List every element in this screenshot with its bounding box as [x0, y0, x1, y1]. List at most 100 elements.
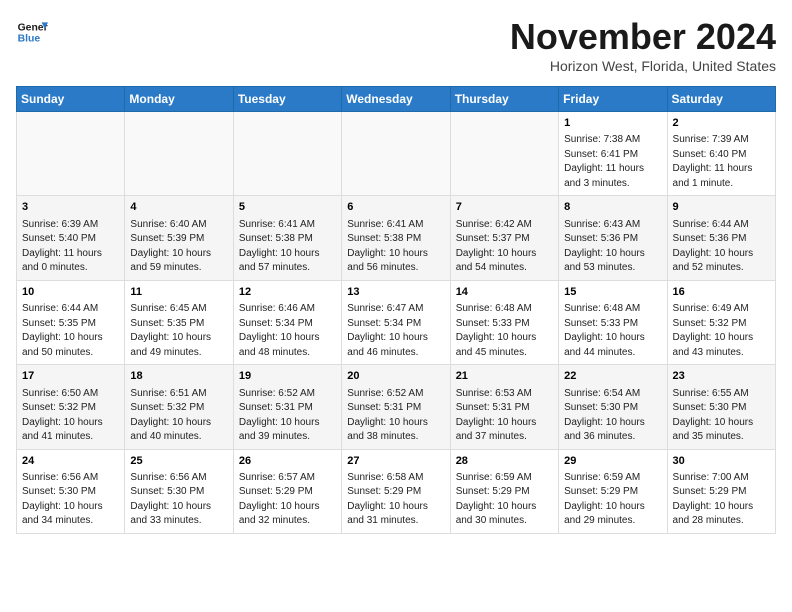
day-number: 12 — [239, 285, 336, 300]
calendar-cell: 12 Sunrise: 6:46 AMSunset: 5:34 PMDayligh… — [233, 280, 341, 364]
cell-sunrise-sunset-daylight: Sunrise: 6:47 AMSunset: 5:34 PMDaylight:… — [347, 302, 444, 360]
calendar-cell: 26 Sunrise: 6:57 AMSunset: 5:29 PMDayligh… — [233, 449, 341, 533]
month-year-title: November 2024 — [510, 16, 776, 58]
cell-sunrise-sunset-daylight: Sunrise: 6:52 AMSunset: 5:31 PMDaylight:… — [347, 387, 444, 445]
calendar-cell: 7Sunrise: 6:42 AMSunset: 5:37 PMDaylight… — [450, 196, 558, 280]
calendar-week-row: 3 Sunrise: 6:39 AMSunset: 5:40 PMDaylight… — [17, 196, 776, 280]
cell-sunrise-sunset-daylight: Sunrise: 6:43 AMSunset: 5:36 PMDaylight:… — [564, 218, 661, 276]
calendar-cell — [233, 112, 341, 196]
logo-icon: General Blue — [16, 16, 48, 48]
day-number: 17 — [22, 369, 119, 384]
calendar-cell: 28 Sunrise: 6:59 AMSunset: 5:29 PMDayligh… — [450, 449, 558, 533]
cell-sunrise-sunset-daylight: Sunrise: 6:41 AMSunset: 5:38 PMDaylight:… — [347, 218, 444, 276]
calendar-cell: 3 Sunrise: 6:39 AMSunset: 5:40 PMDaylight… — [17, 196, 125, 280]
calendar-cell: 13Sunrise: 6:47 AMSunset: 5:34 PMDayligh… — [342, 280, 450, 364]
day-number: 5 — [239, 200, 336, 215]
calendar-table: SundayMondayTuesdayWednesdayThursdayFrid… — [16, 86, 776, 534]
calendar-cell: 27Sunrise: 6:58 AMSunset: 5:29 PMDayligh… — [342, 449, 450, 533]
day-number: 28 — [456, 454, 553, 469]
day-number: 22 — [564, 369, 661, 384]
day-number: 20 — [347, 369, 444, 384]
day-number: 25 — [130, 454, 227, 469]
calendar-cell: 30Sunrise: 7:00 AMSunset: 5:29 PMDayligh… — [667, 449, 775, 533]
cell-sunrise-sunset-daylight: Sunrise: 6:48 AMSunset: 5:33 PMDaylight:… — [456, 302, 553, 360]
day-number: 2 — [673, 116, 770, 131]
calendar-cell: 24Sunrise: 6:56 AMSunset: 5:30 PMDayligh… — [17, 449, 125, 533]
weekday-header-saturday: Saturday — [667, 87, 775, 112]
calendar-cell: 22 Sunrise: 6:54 AMSunset: 5:30 PMDayligh… — [559, 365, 667, 449]
cell-sunrise-sunset-daylight: Sunrise: 6:52 AMSunset: 5:31 PMDaylight:… — [239, 387, 336, 445]
calendar-cell: 2 Sunrise: 7:39 AMSunset: 6:40 PMDaylight… — [667, 112, 775, 196]
day-number: 14 — [456, 285, 553, 300]
cell-sunrise-sunset-daylight: Sunrise: 6:46 AMSunset: 5:34 PMDaylight:… — [239, 302, 336, 360]
day-number: 19 — [239, 369, 336, 384]
weekday-header-tuesday: Tuesday — [233, 87, 341, 112]
calendar-cell: 25 Sunrise: 6:56 AMSunset: 5:30 PMDayligh… — [125, 449, 233, 533]
day-number: 1 — [564, 116, 661, 131]
calendar-cell — [450, 112, 558, 196]
day-number: 3 — [22, 200, 119, 215]
day-number: 26 — [239, 454, 336, 469]
day-number: 10 — [22, 285, 119, 300]
cell-sunrise-sunset-daylight: Sunrise: 6:40 AMSunset: 5:39 PMDaylight:… — [130, 218, 227, 276]
day-number: 16 — [673, 285, 770, 300]
cell-sunrise-sunset-daylight: Sunrise: 7:38 AMSunset: 6:41 PMDaylight:… — [564, 133, 661, 191]
cell-sunrise-sunset-daylight: Sunrise: 6:59 AMSunset: 5:29 PMDaylight:… — [456, 471, 553, 529]
day-number: 6 — [347, 200, 444, 215]
cell-sunrise-sunset-daylight: Sunrise: 6:41 AMSunset: 5:38 PMDaylight:… — [239, 218, 336, 276]
day-number: 11 — [130, 285, 227, 300]
cell-sunrise-sunset-daylight: Sunrise: 6:49 AMSunset: 5:32 PMDaylight:… — [673, 302, 770, 360]
page-header: General Blue November 2024 Horizon West,… — [16, 16, 776, 74]
calendar-week-row: 10 Sunrise: 6:44 AMSunset: 5:35 PMDayligh… — [17, 280, 776, 364]
day-number: 9 — [673, 200, 770, 215]
day-number: 7 — [456, 200, 553, 215]
day-number: 29 — [564, 454, 661, 469]
cell-sunrise-sunset-daylight: Sunrise: 6:48 AMSunset: 5:33 PMDaylight:… — [564, 302, 661, 360]
cell-sunrise-sunset-daylight: Sunrise: 6:39 AMSunset: 5:40 PMDaylight:… — [22, 218, 119, 276]
calendar-cell: 6 Sunrise: 6:41 AMSunset: 5:38 PMDaylight… — [342, 196, 450, 280]
cell-sunrise-sunset-daylight: Sunrise: 6:50 AMSunset: 5:32 PMDaylight:… — [22, 387, 119, 445]
calendar-week-row: 24 Sunrise: 6:56 AMSunset: 5:30 PMDayligh… — [17, 449, 776, 533]
calendar-cell: 1 Sunrise: 7:38 AMSunset: 6:41 PMDaylight… — [559, 112, 667, 196]
cell-sunrise-sunset-daylight: Sunrise: 6:54 AMSunset: 5:30 PMDaylight:… — [564, 387, 661, 445]
calendar-cell: 16 Sunrise: 6:49 AMSunset: 5:32 PMDayligh… — [667, 280, 775, 364]
cell-sunrise-sunset-daylight: Sunrise: 6:58 AMSunset: 5:29 PMDaylight:… — [347, 471, 444, 529]
day-number: 15 — [564, 285, 661, 300]
svg-text:Blue: Blue — [18, 34, 41, 45]
title-block: November 2024 Horizon West, Florida, Uni… — [510, 16, 776, 74]
calendar-cell: 5 Sunrise: 6:41 AMSunset: 5:38 PMDaylight… — [233, 196, 341, 280]
calendar-cell: 19 Sunrise: 6:52 AMSunset: 5:31 PMDayligh… — [233, 365, 341, 449]
cell-sunrise-sunset-daylight: Sunrise: 7:39 AMSunset: 6:40 PMDaylight:… — [673, 133, 770, 191]
cell-sunrise-sunset-daylight: Sunrise: 6:51 AMSunset: 5:32 PMDaylight:… — [130, 387, 227, 445]
day-number: 23 — [673, 369, 770, 384]
calendar-cell — [17, 112, 125, 196]
cell-sunrise-sunset-daylight: Sunrise: 6:56 AMSunset: 5:30 PMDaylight:… — [130, 471, 227, 529]
day-number: 24 — [22, 454, 119, 469]
weekday-header-thursday: Thursday — [450, 87, 558, 112]
calendar-cell: 23 Sunrise: 6:55 AMSunset: 5:30 PMDayligh… — [667, 365, 775, 449]
calendar-week-row: 17 Sunrise: 6:50 AMSunset: 5:32 PMDayligh… — [17, 365, 776, 449]
cell-sunrise-sunset-daylight: Sunrise: 6:55 AMSunset: 5:30 PMDaylight:… — [673, 387, 770, 445]
calendar-cell: 4 Sunrise: 6:40 AMSunset: 5:39 PMDaylight… — [125, 196, 233, 280]
cell-sunrise-sunset-daylight: Sunrise: 6:44 AMSunset: 5:36 PMDaylight:… — [673, 218, 770, 276]
calendar-week-row: 1 Sunrise: 7:38 AMSunset: 6:41 PMDaylight… — [17, 112, 776, 196]
weekday-header-sunday: Sunday — [17, 87, 125, 112]
calendar-cell: 8 Sunrise: 6:43 AMSunset: 5:36 PMDaylight… — [559, 196, 667, 280]
day-number: 8 — [564, 200, 661, 215]
calendar-cell: 14 Sunrise: 6:48 AMSunset: 5:33 PMDayligh… — [450, 280, 558, 364]
calendar-cell: 9 Sunrise: 6:44 AMSunset: 5:36 PMDaylight… — [667, 196, 775, 280]
cell-sunrise-sunset-daylight: Sunrise: 6:44 AMSunset: 5:35 PMDaylight:… — [22, 302, 119, 360]
calendar-cell — [125, 112, 233, 196]
calendar-cell: 10 Sunrise: 6:44 AMSunset: 5:35 PMDayligh… — [17, 280, 125, 364]
calendar-cell: 15 Sunrise: 6:48 AMSunset: 5:33 PMDayligh… — [559, 280, 667, 364]
day-number: 4 — [130, 200, 227, 215]
weekday-header-friday: Friday — [559, 87, 667, 112]
location-subtitle: Horizon West, Florida, United States — [510, 58, 776, 74]
calendar-cell: 17 Sunrise: 6:50 AMSunset: 5:32 PMDayligh… — [17, 365, 125, 449]
day-number: 21 — [456, 369, 553, 384]
cell-sunrise-sunset-daylight: Sunrise: 7:00 AMSunset: 5:29 PMDaylight:… — [673, 471, 770, 529]
day-number: 18 — [130, 369, 227, 384]
cell-sunrise-sunset-daylight: Sunrise: 6:57 AMSunset: 5:29 PMDaylight:… — [239, 471, 336, 529]
weekday-header-wednesday: Wednesday — [342, 87, 450, 112]
cell-sunrise-sunset-daylight: Sunrise: 6:45 AMSunset: 5:35 PMDaylight:… — [130, 302, 227, 360]
